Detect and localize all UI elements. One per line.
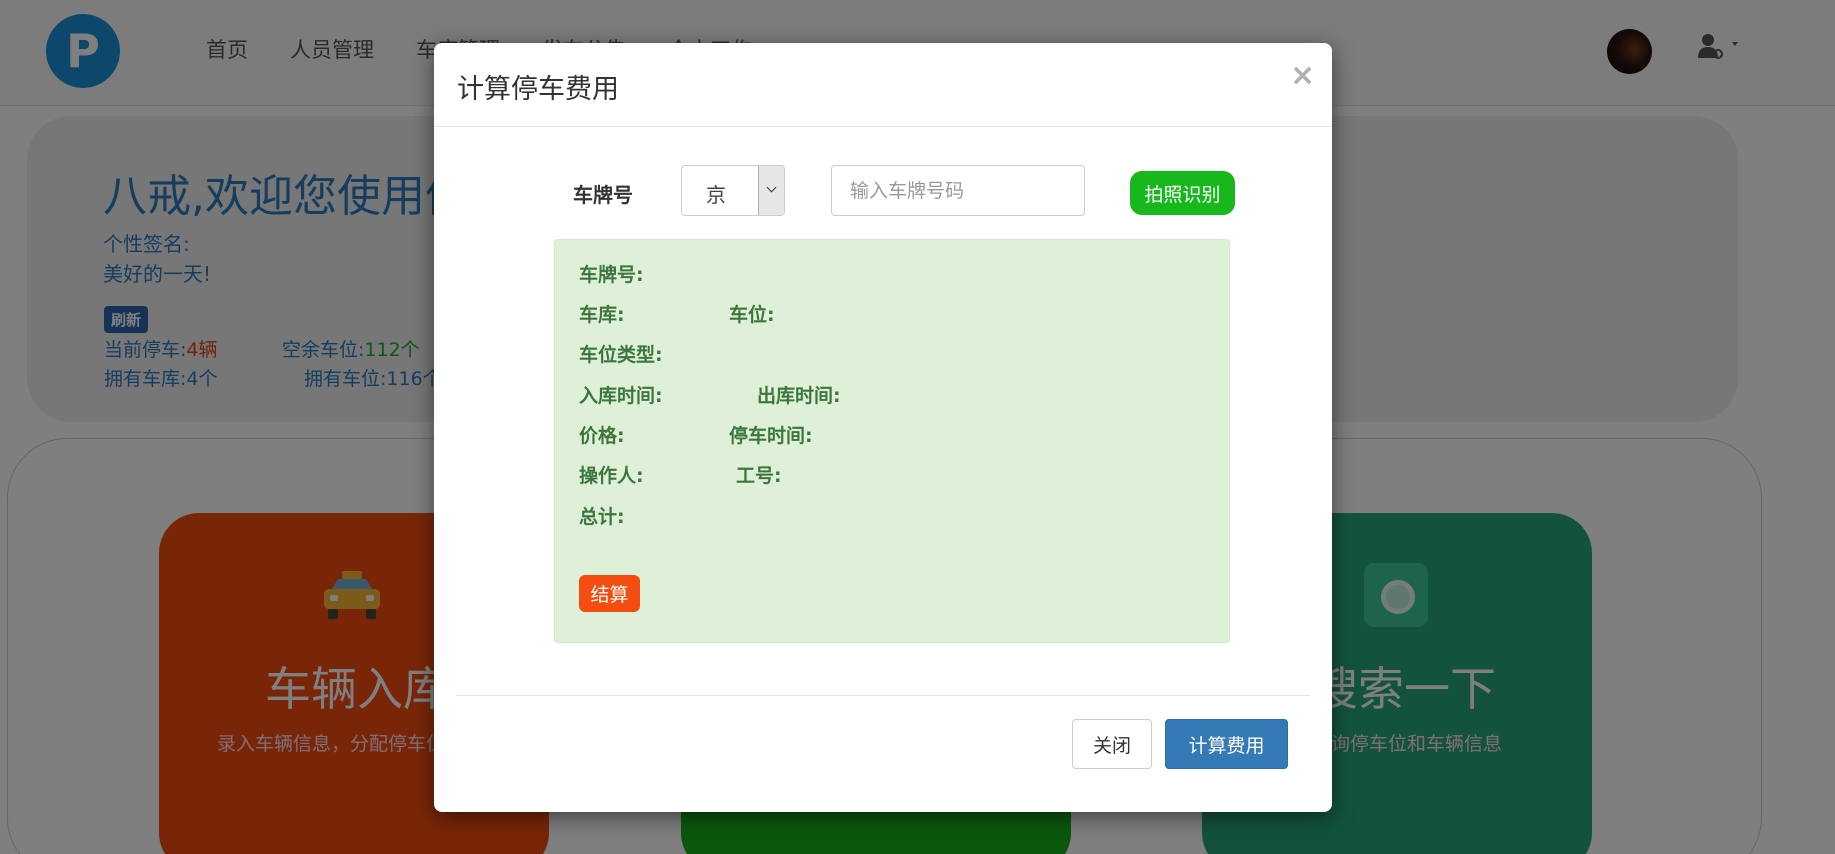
parking-info-panel: 车牌号: 车库: 车位: 车位类型: 入库时间: 出库时间: 价格: 停车时间:… <box>554 239 1230 643</box>
info-out-time-label: 出库时间: <box>757 385 841 407</box>
info-price-label: 价格: <box>579 425 625 447</box>
photo-recognize-button[interactable]: 拍照识别 <box>1130 171 1235 215</box>
calculate-fee-button[interactable]: 计算费用 <box>1165 719 1288 769</box>
modal-title: 计算停车费用 <box>457 74 619 105</box>
info-garage-label: 车库: <box>579 304 625 326</box>
parking-fee-modal: 计算停车费用 × 车牌号 京 拍照识别 车牌号: 车库: 车位: 车位类型: 入… <box>434 43 1332 812</box>
info-operator-label: 操作人: <box>579 465 644 487</box>
province-value: 京 <box>706 183 726 207</box>
plate-label: 车牌号 <box>573 183 633 207</box>
info-job-no-label: 工号: <box>736 465 782 487</box>
close-icon[interactable]: × <box>1290 61 1315 91</box>
info-duration-label: 停车时间: <box>729 425 813 447</box>
info-spot-type-label: 车位类型: <box>579 344 663 366</box>
modal-header-divider <box>434 126 1332 127</box>
modal-footer-divider <box>456 695 1310 696</box>
close-button[interactable]: 关闭 <box>1072 719 1152 769</box>
plate-number-input[interactable] <box>831 165 1085 216</box>
info-spot-label: 车位: <box>729 304 775 326</box>
settle-button[interactable]: 结算 <box>579 575 640 612</box>
info-total-label: 总计: <box>579 506 625 528</box>
info-plate-label: 车牌号: <box>579 264 644 286</box>
province-select[interactable]: 京 <box>681 165 785 216</box>
info-in-time-label: 入库时间: <box>579 385 663 407</box>
chevron-down-icon <box>758 166 784 215</box>
